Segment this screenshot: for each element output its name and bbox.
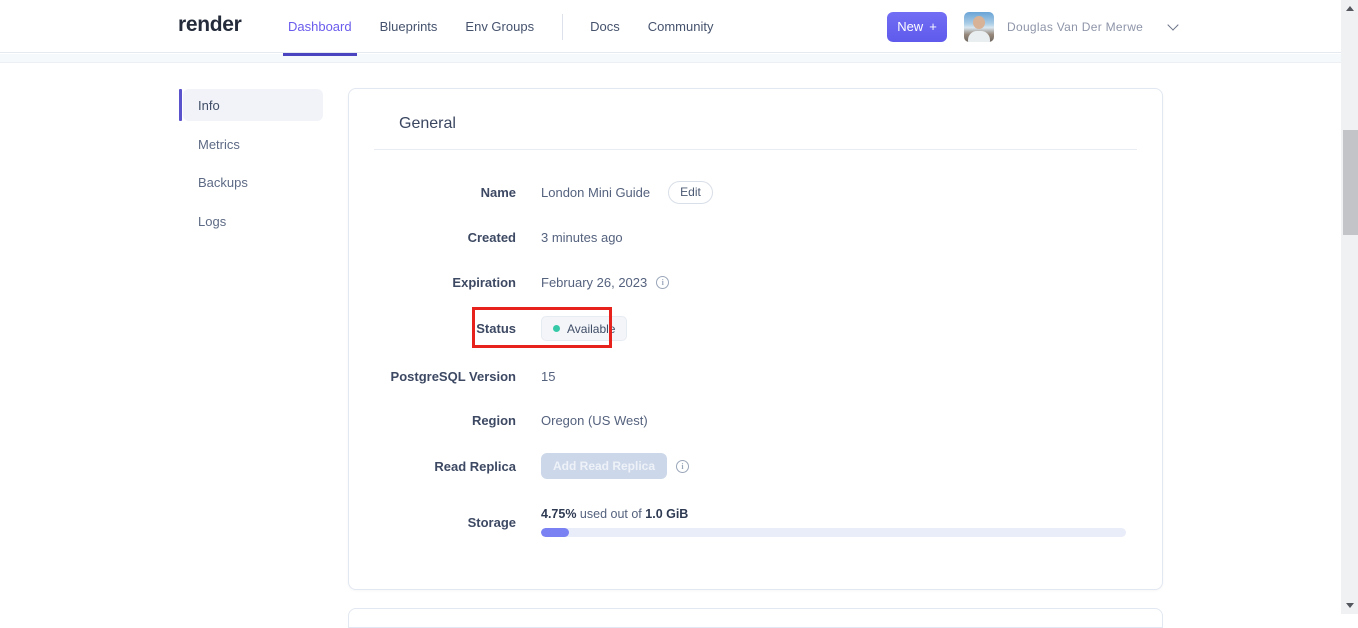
nav-tab-env-groups[interactable]: Env Groups bbox=[465, 0, 534, 53]
user-avatar[interactable] bbox=[964, 11, 994, 42]
created-row: Created 3 minutes ago bbox=[374, 227, 1137, 247]
plus-icon: + bbox=[929, 19, 937, 34]
name-row: Name London Mini Guide Edit bbox=[374, 180, 1137, 204]
read-replica-label: Read Replica bbox=[434, 458, 516, 474]
general-card: General Name London Mini Guide Edit Crea… bbox=[348, 88, 1163, 590]
render-logo[interactable]: render bbox=[178, 13, 242, 37]
storage-total: 1.0 GiB bbox=[645, 507, 689, 521]
storage-progress-track bbox=[541, 528, 1126, 537]
scrollbar-thumb[interactable] bbox=[1343, 130, 1358, 235]
card-title: General bbox=[399, 115, 456, 132]
nav-link-docs[interactable]: Docs bbox=[590, 0, 620, 53]
status-value: Available bbox=[567, 321, 616, 336]
postgres-version-row: PostgreSQL Version 15 bbox=[374, 366, 1137, 386]
name-label: Name bbox=[480, 184, 516, 200]
nav-tab-blueprints[interactable]: Blueprints bbox=[380, 0, 438, 53]
nav-divider bbox=[562, 13, 564, 40]
nav-tab-dashboard[interactable]: Dashboard bbox=[283, 0, 357, 56]
storage-separator-text: used out of bbox=[576, 507, 646, 521]
storage-block: 4.75% used out of 1.0 GiB bbox=[541, 507, 1137, 537]
top-navbar: render Dashboard Blueprints Env Groups D… bbox=[0, 0, 1341, 56]
user-name[interactable]: Douglas Van Der Merwe bbox=[1007, 20, 1143, 34]
storage-progress-fill bbox=[541, 528, 569, 537]
header-right-cluster: New + Douglas Van Der Merwe bbox=[887, 0, 1179, 53]
card-divider bbox=[374, 149, 1137, 150]
status-label: Status bbox=[476, 321, 516, 336]
info-icon[interactable]: i bbox=[676, 459, 690, 473]
status-dot-icon bbox=[553, 325, 560, 332]
created-label: Created bbox=[467, 229, 516, 245]
expiration-value: February 26, 2023 bbox=[541, 274, 648, 290]
storage-label: Storage bbox=[467, 514, 516, 530]
info-icon[interactable]: i bbox=[656, 275, 670, 289]
storage-row: Storage 4.75% used out of 1.0 GiB bbox=[374, 504, 1137, 540]
status-row: Status Available bbox=[374, 316, 1137, 341]
sidebar-item-backups[interactable]: Backups bbox=[183, 166, 323, 198]
vertical-scrollbar bbox=[1341, 0, 1358, 614]
next-card-top-edge bbox=[348, 608, 1163, 628]
storage-used-pct: 4.75% bbox=[541, 507, 577, 521]
header-sub-band bbox=[0, 54, 1341, 63]
read-replica-row: Read Replica Add Read Replica i bbox=[374, 453, 1137, 479]
sidebar-item-info[interactable]: Info bbox=[183, 89, 323, 121]
region-label: Region bbox=[471, 412, 516, 428]
new-button-label: New bbox=[897, 19, 924, 34]
scrollbar-down-arrow-icon[interactable] bbox=[1345, 603, 1354, 608]
region-row: Region Oregon (US West) bbox=[374, 410, 1137, 430]
nav-link-community[interactable]: Community bbox=[648, 0, 714, 53]
main-nav: Dashboard Blueprints Env Groups Docs Com… bbox=[283, 0, 741, 56]
add-read-replica-button[interactable]: Add Read Replica bbox=[541, 453, 668, 479]
sidebar-item-logs[interactable]: Logs bbox=[183, 205, 323, 237]
postgres-version-value: 15 bbox=[541, 368, 556, 384]
expiration-row: Expiration February 26, 2023 i bbox=[374, 272, 1137, 292]
scrollbar-up-arrow-icon[interactable] bbox=[1345, 6, 1354, 11]
chevron-down-icon[interactable] bbox=[1167, 18, 1179, 31]
sidebar-active-accent bbox=[179, 89, 182, 121]
created-value: 3 minutes ago bbox=[541, 229, 623, 245]
edit-name-button[interactable]: Edit bbox=[668, 180, 713, 204]
expiration-label: Expiration bbox=[452, 274, 516, 290]
sidebar-item-metrics[interactable]: Metrics bbox=[183, 128, 323, 160]
name-value: London Mini Guide bbox=[541, 184, 651, 200]
region-value: Oregon (US West) bbox=[541, 412, 648, 428]
status-badge: Available bbox=[541, 316, 628, 341]
postgres-version-label: PostgreSQL Version bbox=[390, 368, 516, 384]
new-button[interactable]: New + bbox=[887, 11, 947, 42]
storage-usage-text: 4.75% used out of 1.0 GiB bbox=[541, 507, 1137, 521]
